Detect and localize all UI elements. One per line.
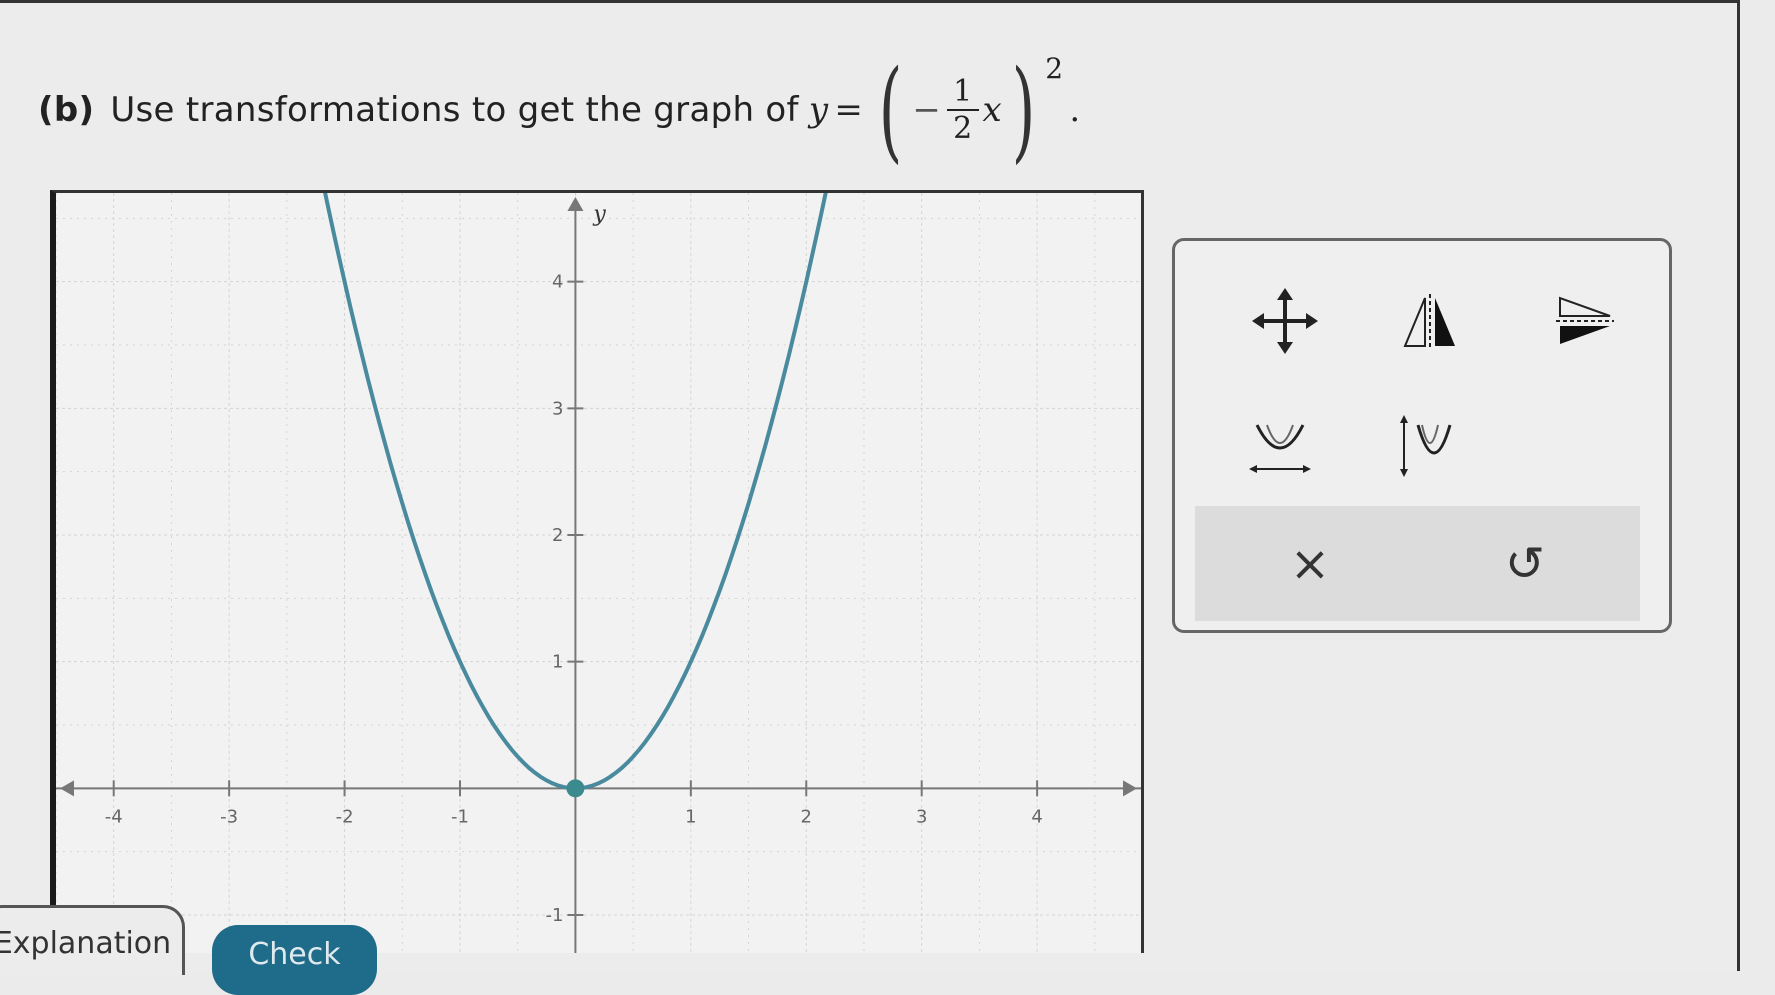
check-label: Check bbox=[248, 937, 341, 972]
part-label: (b) bbox=[38, 90, 95, 130]
reflect-x-tool[interactable] bbox=[1545, 281, 1625, 361]
horizontal-stretch-icon bbox=[1249, 424, 1311, 473]
formula-lhs: y bbox=[808, 90, 829, 130]
formula-period: . bbox=[1069, 90, 1081, 130]
x-tick-label: -2 bbox=[336, 806, 354, 827]
x-tick-label: -3 bbox=[220, 806, 238, 827]
right-paren: ) bbox=[1011, 46, 1036, 174]
formula-fraction: 1 2 bbox=[947, 74, 979, 146]
vertex-point bbox=[566, 779, 585, 798]
x-tick-label: 1 bbox=[685, 806, 696, 827]
clear-button[interactable]: × bbox=[1270, 524, 1350, 604]
vertical-stretch-tool[interactable] bbox=[1385, 406, 1465, 486]
y-tick-label: -1 bbox=[545, 905, 563, 926]
x-tick-label: 3 bbox=[916, 806, 927, 827]
x-axis-arrow-right bbox=[1123, 780, 1137, 797]
horizontal-reflect-icon bbox=[1556, 296, 1614, 344]
question-text: Use transformations to get the graph of bbox=[110, 90, 799, 130]
formula-exponent: 2 bbox=[1045, 51, 1064, 85]
toolbox-actions: × ↺ bbox=[1195, 506, 1640, 621]
question-prompt: (b) Use transformations to get the graph… bbox=[38, 46, 1081, 174]
formula-variable: x bbox=[982, 90, 1003, 130]
y-tick-label: 3 bbox=[552, 398, 563, 419]
undo-button[interactable]: ↺ bbox=[1485, 524, 1565, 604]
y-axis-arrow bbox=[567, 197, 584, 211]
left-paren: ( bbox=[878, 46, 903, 174]
target-formula: y = ( − 1 2 x ) 2 . bbox=[808, 46, 1081, 174]
x-tick-label: -4 bbox=[105, 806, 123, 827]
transformation-toolbox: × ↺ bbox=[1172, 238, 1672, 633]
move-tool[interactable] bbox=[1245, 281, 1325, 361]
formula-equals: = bbox=[834, 90, 864, 130]
horizontal-stretch-tool[interactable] bbox=[1240, 406, 1320, 486]
formula-negative: − bbox=[912, 90, 942, 130]
reflect-y-tool[interactable] bbox=[1390, 281, 1470, 361]
x-tick-label: 4 bbox=[1031, 806, 1042, 827]
fraction-denominator: 2 bbox=[953, 111, 973, 146]
y-tick-label: 1 bbox=[552, 652, 563, 673]
explanation-tab[interactable]: Explanation bbox=[0, 905, 185, 975]
x-axis-arrow-left bbox=[60, 780, 74, 797]
y-tick-label: 2 bbox=[552, 525, 563, 546]
x-tick-label: -1 bbox=[451, 806, 469, 827]
explanation-label: Explanation bbox=[0, 926, 172, 961]
x-tick-label: 2 bbox=[801, 806, 812, 827]
vertical-stretch-icon bbox=[1400, 415, 1452, 477]
y-tick-label: 4 bbox=[552, 272, 563, 293]
undo-icon: ↺ bbox=[1504, 536, 1546, 592]
move-arrows-icon bbox=[1252, 288, 1318, 354]
close-icon: × bbox=[1289, 536, 1331, 592]
graph-canvas[interactable]: y -4 -3 -2 -1 1 2 3 4 4 3 2 1 -1 bbox=[56, 193, 1141, 953]
vertical-reflect-icon bbox=[1403, 294, 1455, 350]
fraction-numerator: 1 bbox=[947, 74, 979, 111]
y-axis-label: y bbox=[592, 202, 606, 227]
graph-area[interactable]: y -4 -3 -2 -1 1 2 3 4 4 3 2 1 -1 bbox=[50, 190, 1144, 953]
check-button[interactable]: Check bbox=[212, 925, 377, 995]
